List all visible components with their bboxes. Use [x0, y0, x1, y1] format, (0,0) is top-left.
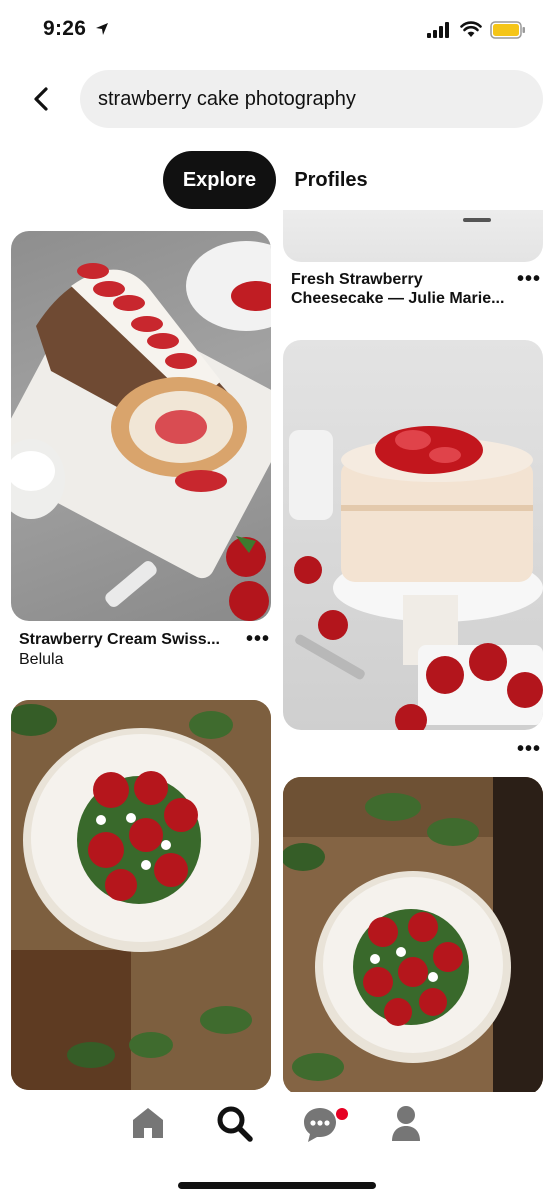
pin-title[interactable]: Fresh Strawberry	[291, 270, 423, 290]
burlap-cake-illustration-2	[283, 777, 543, 1095]
swiss-roll-illustration	[11, 241, 271, 621]
back-button[interactable]	[26, 83, 56, 115]
pin-image-strawberry-swiss-roll[interactable]	[11, 231, 271, 621]
tab-profiles[interactable]: Profiles	[281, 151, 381, 209]
more-options-icon[interactable]: •••	[517, 269, 541, 289]
wifi-icon	[460, 21, 482, 37]
search-icon[interactable]	[215, 1104, 255, 1144]
search-field[interactable]	[80, 70, 543, 128]
pin-image-strawberry-cake-burlap[interactable]	[11, 700, 271, 1090]
burlap-cake-illustration	[11, 700, 271, 1090]
naked-cake-illustration	[289, 426, 543, 730]
home-indicator	[178, 1182, 376, 1189]
pin-title-line2[interactable]: Cheesecake — Julie Marie...	[291, 289, 504, 309]
battery-icon	[490, 21, 525, 39]
pin-image-strawberry-naked-cake[interactable]	[283, 340, 543, 730]
tab-explore-label: Explore	[182, 168, 257, 191]
chat-icon[interactable]	[302, 1104, 350, 1144]
notification-dot	[336, 1108, 348, 1120]
pin-image-fresh-strawberry-cheesecake[interactable]	[283, 210, 543, 262]
more-options-icon[interactable]: •••	[517, 739, 541, 759]
profile-icon[interactable]	[390, 1105, 422, 1143]
cellular-signal-icon	[427, 22, 449, 38]
home-icon[interactable]	[130, 1105, 166, 1141]
more-options-icon[interactable]: •••	[246, 629, 270, 649]
pin-subtitle[interactable]: Belula	[19, 651, 63, 669]
location-arrow-icon	[96, 23, 108, 35]
search-input[interactable]	[96, 86, 527, 112]
tab-profiles-label: Profiles	[294, 168, 368, 191]
status-time: 9:26	[43, 17, 87, 40]
status-bar: 9:26	[0, 0, 554, 60]
pin-image-strawberry-cake-burlap-2[interactable]	[283, 777, 543, 1095]
pin-title[interactable]: Strawberry Cream Swiss...	[19, 630, 220, 650]
tab-explore[interactable]: Explore	[163, 151, 276, 209]
